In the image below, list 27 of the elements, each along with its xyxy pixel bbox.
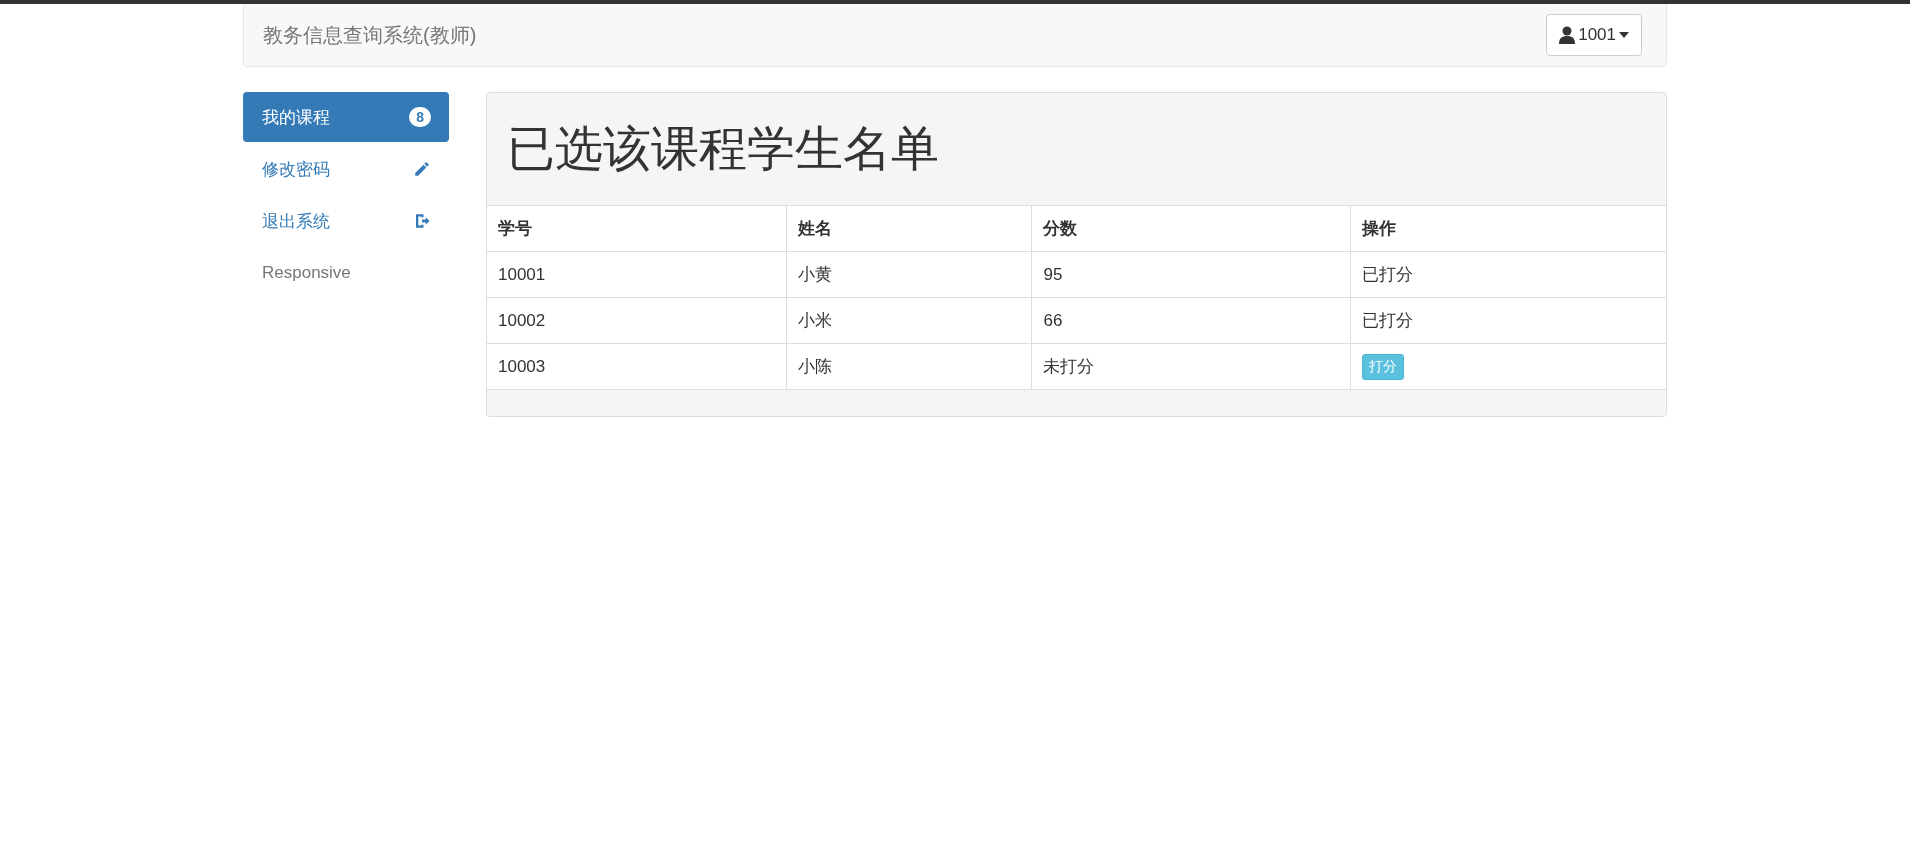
table-cell: 10002 — [487, 297, 787, 344]
status-text: 已打分 — [1361, 265, 1413, 284]
sidebar-item[interactable]: 修改密码 — [243, 144, 449, 194]
status-text: 已打分 — [1361, 311, 1413, 330]
table-cell: 10001 — [487, 251, 787, 298]
column-header: 分数 — [1031, 205, 1351, 252]
logout-icon — [413, 212, 431, 230]
pencil-icon — [413, 160, 431, 178]
user-menu-button[interactable]: 1001 — [1546, 14, 1642, 56]
sidebar-item[interactable]: 我的课程 8 — [243, 92, 449, 142]
user-icon — [1559, 26, 1576, 44]
caret-icon — [1619, 32, 1629, 38]
sidebar-item[interactable]: Responsive — [243, 248, 449, 298]
table-cell: 未打分 — [1031, 343, 1351, 390]
count-badge: 8 — [409, 107, 431, 127]
panel-title: 已选该课程学生名单 — [506, 121, 940, 177]
table-cell: 95 — [1031, 251, 1351, 298]
sidebar-item[interactable]: 退出系统 — [243, 196, 449, 246]
column-header: 学号 — [487, 205, 787, 252]
table-cell: 10003 — [487, 343, 787, 390]
table-cell: 小米 — [786, 297, 1032, 344]
table-cell: 小陈 — [786, 343, 1032, 390]
column-header: 姓名 — [786, 205, 1032, 252]
table-cell: 66 — [1031, 297, 1351, 344]
table-cell: 小黄 — [786, 251, 1032, 298]
column-header: 操作 — [1350, 205, 1666, 252]
brand-title[interactable]: 教务信息查询系统(教师) — [263, 21, 477, 49]
